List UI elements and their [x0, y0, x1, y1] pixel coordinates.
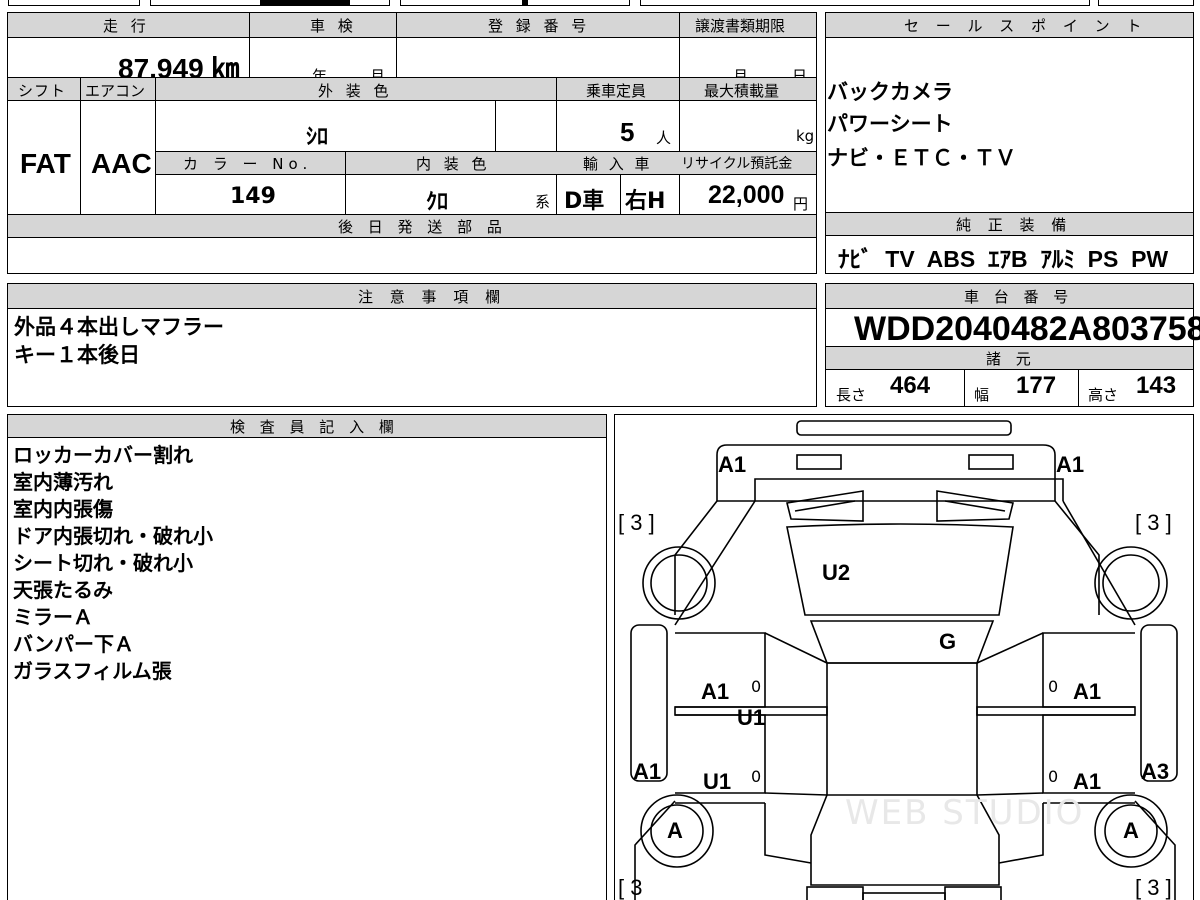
damage-front-door-right: A1 [1073, 679, 1102, 704]
damage-front-right: A1 [1056, 452, 1085, 477]
damage-rear-wheel-right: A [1123, 818, 1139, 843]
width-label: 幅 [974, 386, 990, 404]
width-value: 177 [1016, 372, 1057, 399]
height-value: 143 [1136, 372, 1177, 399]
damage-front-door-left: A1 [701, 679, 730, 704]
standard-equipment-box: 純 正 装 備 ﾅﾋﾞ TV ABS ｴｱB ｱﾙﾐ PS PW [825, 212, 1194, 274]
interior-color-label: 内 装 色 [416, 155, 491, 173]
damage-rear-door-right-zero: 0 [1048, 767, 1059, 786]
sales-point-line-1: バックカメラ [827, 80, 953, 104]
tire-front-left: [ 3 ] [618, 510, 655, 535]
damage-rear-door-left: U1 [703, 769, 732, 794]
handle-value: 右H [625, 189, 666, 214]
watermark: WEB STUDIO [845, 793, 1085, 833]
chassis-number-value: WDD2040482A803758 [854, 310, 1200, 348]
sales-point-label: セ ー ル ス ポ イ ン ト [904, 17, 1148, 35]
registration-label: 登 録 番 号 [488, 17, 591, 35]
inspector-line: 室内薄汚れ [13, 470, 113, 494]
inspector-line: シート切れ・破れ小 [13, 551, 193, 575]
exterior-color-label: 外 装 色 [318, 82, 393, 100]
capacity-unit: 人 [656, 129, 672, 147]
color-number-label: カ ラ ー No. [183, 155, 313, 173]
aircon-value: AAC [91, 148, 152, 179]
height-label: 高さ [1088, 386, 1119, 404]
notes-label: 注 意 事 項 欄 [358, 288, 507, 306]
chassis-number-label: 車 台 番 号 [964, 288, 1074, 306]
inspector-box: 検 査 員 記 入 欄 ロッカーカバー割れ 室内薄汚れ 室内内張傷 ドア内張切れ… [7, 414, 607, 900]
later-parts-label: 後 日 発 送 部 品 [338, 218, 507, 236]
tire-front-right: [ 3 ] [1135, 510, 1172, 535]
damage-side-left: A1 [633, 759, 662, 784]
inspector-line: ドア内張切れ・破れ小 [13, 524, 213, 548]
spec-label: 諸 元 [986, 350, 1036, 368]
recycle-deposit-unit: 円 [793, 195, 809, 213]
notes-line-1: 外品４本出しマフラー [14, 315, 224, 339]
interior-color-suffix: 系 [535, 193, 551, 211]
inspector-line: 天張たるみ [13, 578, 113, 602]
mileage-label: 走 行 [103, 17, 150, 35]
length-value: 464 [890, 372, 931, 399]
interior-color-value: ｸﾛ [426, 190, 449, 215]
inspector-line: ロッカーカバー割れ [13, 443, 193, 467]
vehicle-info-table: 走 行 車 検 登 録 番 号 譲渡書類期限 87,949 ㎞ 年 月 月 日 … [7, 12, 817, 274]
car-diagram-box: WEB STUDIO A1 A1 [ 3 ] [ 3 ] U2 G A1 0 U… [614, 414, 1194, 900]
top-strip [0, 0, 1200, 8]
tire-rear-right: [ 3 ] [1135, 875, 1172, 900]
inspector-line: ミラーＡ [13, 605, 93, 629]
sales-point-line-2: パワーシート [827, 112, 953, 136]
capacity-value: 5 [620, 117, 635, 147]
damage-side-right: A3 [1141, 759, 1170, 784]
inspector-label: 検 査 員 記 入 欄 [230, 418, 399, 436]
standard-equipment-items: ﾅﾋﾞ TV ABS ｴｱB ｱﾙﾐ PS PW [838, 246, 1169, 272]
sales-point-line-3: ナビ・ＥＴＣ・ＴＶ [827, 146, 1016, 170]
tire-rear-left: [ 3 [618, 875, 643, 900]
damage-windshield: G [939, 629, 957, 654]
damage-front-door-left-zero: 0 [751, 677, 762, 696]
chassis-box: 車 台 番 号 WDD2040482A803758 諸 元 長さ 464 幅 1… [825, 283, 1200, 407]
damage-rear-wheel-left: A [667, 818, 683, 843]
damage-rear-door-right: A1 [1073, 769, 1102, 794]
inspector-line: バンパー下Ａ [13, 632, 134, 656]
length-label: 長さ [836, 386, 867, 404]
damage-front-left: A1 [718, 452, 747, 477]
import-label: 輸 入 車 [583, 155, 653, 173]
exterior-color-value: ｼﾛ [306, 125, 329, 150]
notes-box: 注 意 事 項 欄 外品４本出しマフラー キー１本後日 [7, 283, 817, 407]
transfer-deadline-label: 譲渡書類期限 [695, 17, 786, 35]
recycle-deposit-value: 22,000 [708, 181, 785, 209]
inspector-line: 室内内張傷 [13, 497, 113, 521]
aircon-label: エアコン [85, 82, 146, 100]
damage-front-door-right-zero: 0 [1048, 677, 1059, 696]
standard-equipment-label: 純 正 装 備 [956, 216, 1073, 234]
damage-rear-door-left-zero: 0 [751, 767, 762, 786]
damage-front-door-left-2: U1 [737, 705, 766, 730]
shaken-label: 車 検 [310, 17, 357, 35]
notes-line-2: キー１本後日 [14, 343, 140, 367]
max-load-unit: kg [796, 127, 815, 145]
shift-label: シフト [18, 82, 67, 100]
max-load-label: 最大積載量 [704, 82, 780, 100]
import-type-value: D車 [564, 189, 605, 214]
capacity-label: 乗車定員 [586, 82, 647, 100]
inspector-line: ガラスフィルム張 [13, 659, 172, 683]
shift-value: FAT [20, 148, 71, 179]
damage-hood: U2 [822, 560, 851, 585]
recycle-deposit-label: リサイクル預託金 [681, 156, 793, 172]
color-number-value: 149 [230, 184, 276, 209]
sales-point-box: セ ー ル ス ポ イ ン ト バックカメラ パワーシート ナビ・ＥＴＣ・ＴＶ [825, 12, 1194, 213]
